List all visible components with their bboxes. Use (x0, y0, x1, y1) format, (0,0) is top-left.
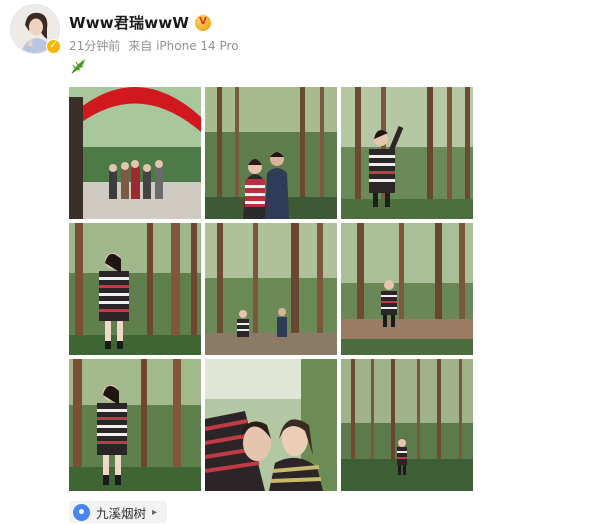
post-source: 来自 iPhone 14 Pro (128, 39, 239, 53)
post-time[interactable]: 21分钟前 (69, 37, 120, 54)
photo-3[interactable] (341, 87, 473, 219)
chevron-right-icon: ▸ (152, 506, 158, 518)
photo-5[interactable] (205, 223, 337, 355)
location-pin-icon (73, 503, 90, 521)
leaf-icon (71, 59, 85, 74)
photo-2[interactable] (205, 87, 337, 219)
location-tag[interactable]: 九溪烟树 ▸ (69, 501, 168, 523)
vip-crown-icon (195, 14, 212, 31)
author-name[interactable]: Www君瑞wwW (69, 12, 189, 33)
post-text (69, 56, 89, 76)
post-meta: 21分钟前 来自 iPhone 14 Pro (69, 37, 239, 54)
verified-badge-icon: ✓ (46, 39, 61, 54)
photo-1[interactable] (69, 87, 201, 219)
photo-8[interactable] (205, 359, 337, 491)
photo-6[interactable] (341, 223, 473, 355)
author-name-row[interactable]: Www君瑞wwW (69, 12, 212, 33)
avatar-container[interactable]: ✓ (10, 4, 61, 54)
photo-grid (69, 87, 474, 492)
weibo-post: ✓ Www君瑞wwW 21分钟前 来自 iPhone 14 Pro (0, 0, 595, 525)
photo-9[interactable] (341, 359, 473, 491)
location-label[interactable]: 九溪烟树 (96, 503, 146, 522)
photo-4[interactable] (69, 223, 201, 355)
photo-7[interactable] (69, 359, 201, 491)
